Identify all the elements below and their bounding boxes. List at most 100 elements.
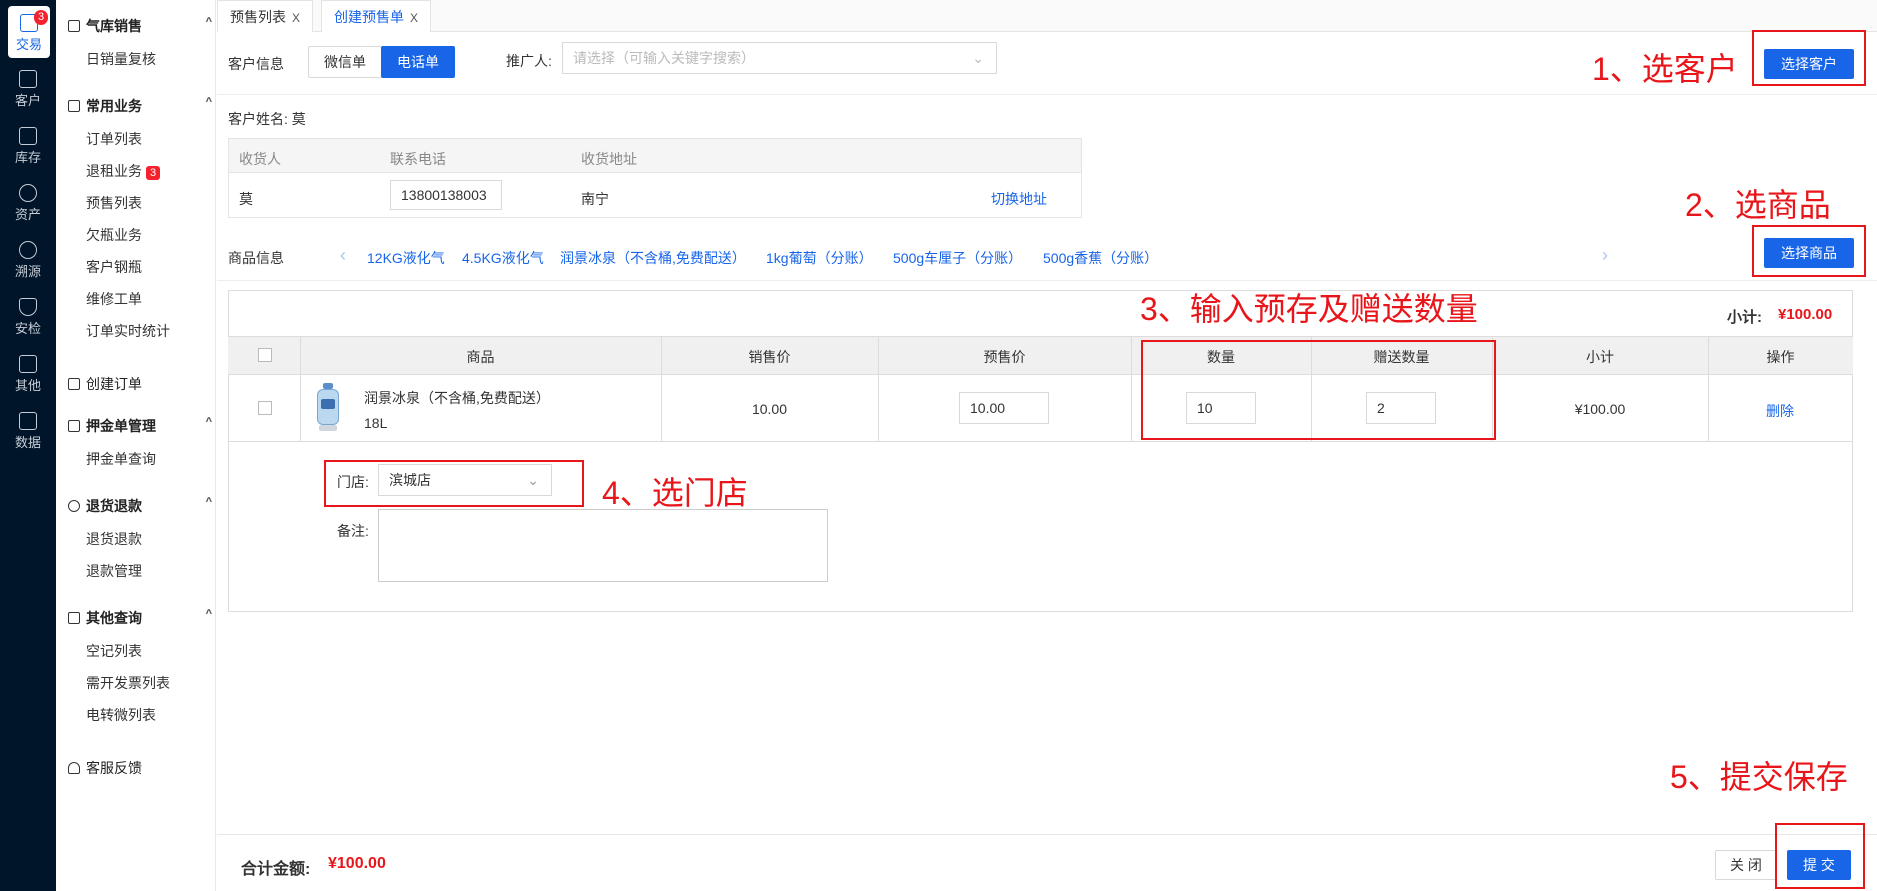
annotation-select-goods: 2、选商品 <box>1685 187 1831 223</box>
rail-label: 数据 <box>14 435 41 450</box>
rail-item-trade[interactable]: 交易 3 <box>8 6 50 58</box>
menu-item-create-order[interactable]: 创建订单 <box>68 374 212 394</box>
rail-item-safety[interactable]: 安检 <box>0 290 56 342</box>
address-table-header <box>229 139 1081 173</box>
address-value: 南宁 <box>581 191 609 207</box>
goods-spec: 18L <box>364 415 388 431</box>
subtotal-value: ¥100.00 <box>1778 306 1833 323</box>
menu-group-gas-sales[interactable]: 气库销售 ^ <box>68 16 212 36</box>
rail-item-inventory[interactable]: 库存 <box>0 119 56 171</box>
col-address: 收货地址 <box>581 151 637 167</box>
doc-icon <box>68 100 80 112</box>
col-gift-quantity: 赠送数量 <box>1373 349 1430 365</box>
rail-label: 其他 <box>14 378 41 393</box>
divider <box>217 280 1877 281</box>
menu-item-refund-manage[interactable]: 退款管理 <box>86 561 142 581</box>
row-checkbox[interactable] <box>258 401 272 415</box>
divider <box>217 834 1877 835</box>
menu-item-return-rent[interactable]: 退租业务 3 <box>86 161 161 181</box>
menu-item-phone-to-wechat[interactable]: 电转微列表 <box>86 705 156 725</box>
list-icon <box>19 127 37 145</box>
order-type-wechat[interactable]: 微信单 <box>308 46 382 78</box>
store-select[interactable]: 滨城店 ⌄ <box>378 464 552 496</box>
chevron-right-icon[interactable]: › <box>1602 245 1608 266</box>
gift-quantity-input[interactable]: 2 <box>1366 392 1436 424</box>
side-menu: 气库销售 ^ 日销量复核 常用业务 ^ 订单列表 退租业务 3 预售列表 欠瓶业务 客… <box>56 0 216 891</box>
phone-input[interactable]: 13800138003 <box>390 180 502 210</box>
remark-textarea[interactable] <box>378 509 828 582</box>
menu-item-feedback[interactable]: 客服反馈 <box>68 758 212 778</box>
goods-chip-4kg[interactable]: 4.5KG液化气 <box>462 248 544 268</box>
menu-item-repair-orders[interactable]: 维修工单 <box>86 289 142 309</box>
rail-label: 客户 <box>14 93 41 108</box>
quantity-input[interactable]: 10 <box>1186 392 1256 424</box>
rail-item-other[interactable]: 其他 <box>0 347 56 399</box>
menu-group-deposit[interactable]: 押金单管理 ^ <box>68 416 212 436</box>
tab-presale-list[interactable]: 预售列表 X <box>217 0 314 32</box>
col-sale-price: 销售价 <box>748 349 791 365</box>
close-button[interactable]: 关 闭 <box>1715 850 1777 880</box>
headset-icon <box>68 762 80 774</box>
col-quantity: 数量 <box>1207 349 1235 365</box>
total-label: 合计金额: <box>241 861 311 878</box>
rail-item-data[interactable]: 数据 <box>0 404 56 456</box>
chevron-up-icon: ^ <box>205 496 212 508</box>
chevron-down-icon: ⌄ <box>972 50 984 66</box>
menu-item-daily-review[interactable]: 日销量复核 <box>86 49 156 69</box>
rail-item-trace[interactable]: 溯源 <box>0 233 56 285</box>
menu-item-presale-list[interactable]: 预售列表 <box>86 193 142 213</box>
rail-label: 安检 <box>14 321 41 336</box>
menu-item-customer-cylinders[interactable]: 客户钢瓶 <box>86 257 142 277</box>
select-goods-button[interactable]: 选择商品 <box>1764 238 1854 268</box>
menu-group-common[interactable]: 常用业务 ^ <box>68 96 212 116</box>
goods-name: 润景冰泉（不含桶,免费配送） <box>364 390 550 406</box>
id-card-icon <box>19 70 37 88</box>
col-action: 操作 <box>1766 349 1795 365</box>
submit-button[interactable]: 提 交 <box>1787 850 1851 880</box>
chevron-down-icon: ⌄ <box>527 472 539 488</box>
customer-name-line: 客户姓名: 莫 <box>228 111 306 127</box>
goods-info-label: 商品信息 <box>228 250 284 266</box>
goods-chip-water[interactable]: 润景冰泉（不含桶,免费配送） <box>560 248 746 268</box>
menu-group-refund[interactable]: 退货退款 ^ <box>68 496 212 516</box>
rail-label: 溯源 <box>14 264 41 279</box>
close-icon[interactable]: X <box>410 11 418 25</box>
menu-item-invoice-list[interactable]: 需开发票列表 <box>86 673 170 693</box>
select-customer-button[interactable]: 选择客户 <box>1764 49 1854 79</box>
rail-item-assets[interactable]: 资产 <box>0 176 56 228</box>
refund-icon <box>68 500 80 512</box>
chevron-up-icon: ^ <box>205 608 212 620</box>
divider <box>228 441 1853 442</box>
presale-price-input[interactable]: 10.00 <box>959 392 1049 424</box>
switch-address-link[interactable]: 切换地址 <box>991 189 1047 209</box>
rail-item-customer[interactable]: 客户 <box>0 62 56 114</box>
menu-item-realtime-stats[interactable]: 订单实时统计 <box>86 321 170 341</box>
select-all-checkbox[interactable] <box>258 348 272 362</box>
close-icon[interactable]: X <box>292 11 300 25</box>
menu-item-owed-bottles[interactable]: 欠瓶业务 <box>86 225 142 245</box>
promoter-select[interactable]: 请选择（可输入关键字搜索） ⌄ <box>562 42 997 74</box>
delete-link[interactable]: 删除 <box>1766 401 1794 421</box>
goods-chip-cherry[interactable]: 500g车厘子（分账） <box>893 248 1022 268</box>
menu-item-deposit-query[interactable]: 押金单查询 <box>86 449 156 469</box>
plus-square-icon <box>68 378 80 390</box>
col-presale-price: 预售价 <box>983 349 1026 365</box>
annotation-submit: 5、提交保存 <box>1670 759 1848 795</box>
receiver-name: 莫 <box>239 191 253 207</box>
goods-chip-grape[interactable]: 1kg葡萄（分账） <box>766 248 873 268</box>
annotation-select-store: 4、选门店 <box>602 475 748 511</box>
divider <box>228 336 1853 337</box>
tab-create-presale[interactable]: 创建预售单 X <box>321 0 432 32</box>
order-type-phone[interactable]: 电话单 <box>381 46 455 78</box>
divider <box>228 374 1853 375</box>
goods-chip-12kg[interactable]: 12KG液化气 <box>367 248 445 268</box>
chevron-up-icon: ^ <box>205 96 212 108</box>
menu-item-refund[interactable]: 退货退款 <box>86 529 142 549</box>
goods-chip-banana[interactable]: 500g香蕉（分账） <box>1043 248 1158 268</box>
menu-group-other-query[interactable]: 其他查询 ^ <box>68 608 212 628</box>
menu-item-order-list[interactable]: 订单列表 <box>86 129 142 149</box>
menu-item-empty-records[interactable]: 空记列表 <box>86 641 142 661</box>
chevron-left-icon[interactable]: ‹ <box>340 245 346 266</box>
chart-icon <box>19 412 37 430</box>
address-table: 收货人 联系电话 收货地址 莫 13800138003 南宁 切换地址 <box>228 138 1082 218</box>
